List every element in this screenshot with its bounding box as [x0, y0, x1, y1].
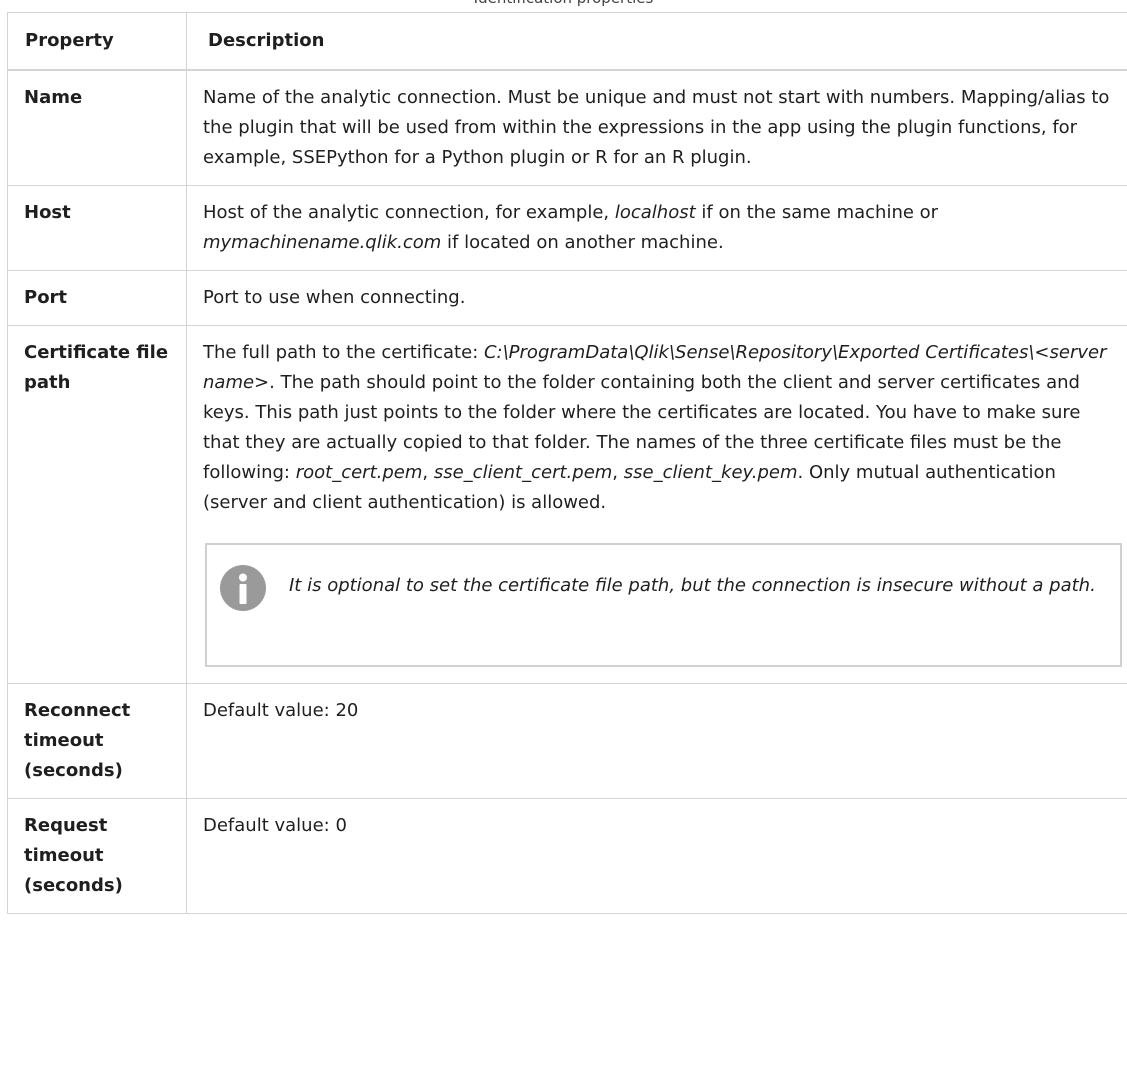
description-certificate: The full path to the certificate: C:\Pro… — [186, 325, 1127, 684]
description-request-timeout: Default value: 0 — [186, 798, 1127, 914]
host-text-2: if on the same machine or — [695, 202, 939, 223]
properties-table: Property Description Name Name of the an… — [7, 12, 1127, 914]
property-certificate: Certificate file path — [7, 325, 187, 684]
header-property: Property — [7, 12, 187, 71]
table-row-request-timeout: Request timeout (seconds) Default value:… — [7, 798, 1127, 914]
cert-file-root: root_cert.pem — [295, 462, 423, 483]
table-header-row: Property Description — [7, 12, 1127, 71]
table-row-reconnect-timeout: Reconnect timeout (seconds) Default valu… — [7, 683, 1127, 799]
header-description: Description — [186, 12, 1127, 71]
host-text-1: Host of the analytic connection, for exa… — [203, 202, 615, 223]
property-name: Name — [7, 69, 187, 186]
description-name: Name of the analytic connection. Must be… — [186, 69, 1127, 186]
host-example-localhost: localhost — [614, 202, 696, 223]
cert-file-key: sse_client_key.pem — [623, 462, 798, 483]
property-port: Port — [7, 270, 187, 326]
info-icon — [220, 565, 266, 611]
description-port: Port to use when connecting. — [186, 270, 1127, 326]
table-row-certificate: Certificate file path The full path to t… — [7, 325, 1127, 684]
table-row-port: Port Port to use when connecting. — [7, 270, 1127, 326]
property-request-timeout: Request timeout (seconds) — [7, 798, 187, 914]
description-reconnect-timeout: Default value: 20 — [186, 683, 1127, 799]
cert-sep-1: , — [422, 462, 434, 483]
property-host: Host — [7, 185, 187, 271]
property-reconnect-timeout: Reconnect timeout (seconds) — [7, 683, 187, 799]
certificate-paragraph: The full path to the certificate: C:\Pro… — [203, 338, 1122, 518]
cert-text-1: The full path to the certificate: — [203, 342, 484, 363]
note-text: It is optional to set the certificate fi… — [289, 575, 1096, 596]
table-row-host: Host Host of the analytic connection, fo… — [7, 185, 1127, 271]
host-text-3: if located on another machine. — [441, 232, 724, 253]
note-box: It is optional to set the certificate fi… — [205, 543, 1122, 667]
host-example-remote: mymachinename.qlik.com — [203, 232, 442, 253]
table-caption: Identification properties — [0, 0, 1127, 8]
table-row-name: Name Name of the analytic connection. Mu… — [7, 69, 1127, 186]
cert-sep-2: , — [612, 462, 624, 483]
description-host: Host of the analytic connection, for exa… — [186, 185, 1127, 271]
cert-file-client: sse_client_cert.pem — [433, 462, 613, 483]
